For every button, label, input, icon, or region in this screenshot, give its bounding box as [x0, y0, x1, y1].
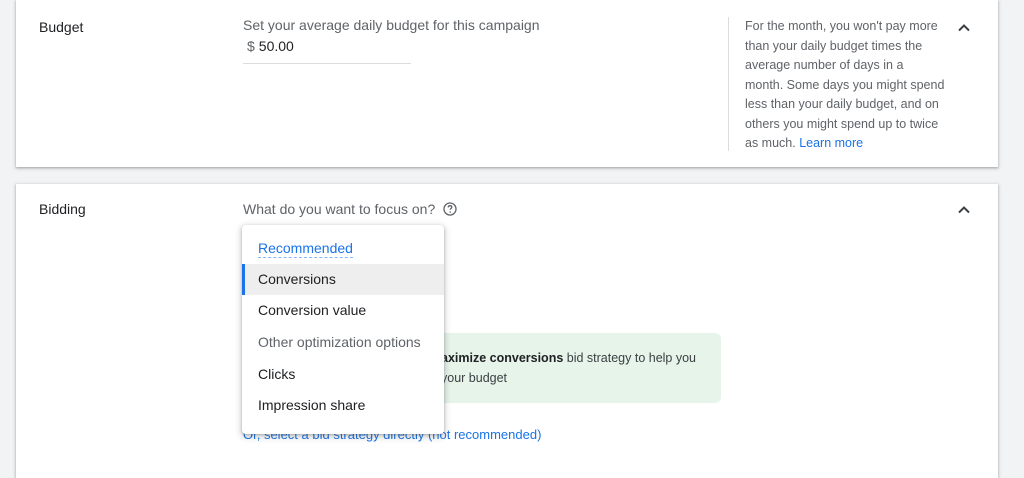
bidding-section-title: Bidding [39, 201, 86, 217]
focus-question-label: What do you want to focus on? [243, 201, 436, 217]
help-circle-icon[interactable] [443, 202, 457, 216]
info-bold: aximize conversions [441, 351, 564, 365]
focus-question: What do you want to focus on? [243, 201, 457, 217]
dropdown-item-impression-share[interactable]: Impression share [242, 390, 444, 421]
dropdown-item-conversions[interactable]: Conversions [242, 264, 444, 295]
info-line-1: aximize conversions bid strategy to help… [441, 348, 696, 368]
info-rest: bid strategy to help you [563, 351, 697, 365]
budget-help-text: For the month, you won't pay more than y… [745, 17, 945, 154]
budget-section-title: Budget [39, 19, 84, 35]
dropdown-header-recommended: Recommended [242, 233, 444, 264]
budget-card: Budget Set your average daily budget for… [16, 0, 998, 167]
budget-help-body: For the month, you won't pay more than y… [745, 19, 945, 150]
budget-value: 50.00 [258, 38, 294, 54]
dropdown-item-clicks[interactable]: Clicks [242, 359, 444, 390]
budget-label: Set your average daily budget for this c… [243, 17, 540, 33]
dropdown-item-conversion-value[interactable]: Conversion value [242, 295, 444, 326]
learn-more-link[interactable]: Learn more [799, 136, 863, 150]
dropdown-header-other: Other optimization options [258, 334, 421, 350]
chevron-up-icon[interactable] [956, 20, 972, 36]
chevron-up-icon[interactable] [956, 202, 972, 218]
daily-budget-input[interactable]: $50.00 [243, 38, 411, 64]
focus-dropdown-menu: Recommended Conversions Conversion value… [242, 225, 444, 434]
currency-symbol: $ [247, 38, 255, 54]
vertical-divider [728, 17, 729, 151]
info-line-2: your budget [441, 371, 508, 385]
recommended-label: Recommended [258, 240, 353, 258]
bidding-card: Bidding What do you want to focus on? ax… [16, 184, 998, 478]
